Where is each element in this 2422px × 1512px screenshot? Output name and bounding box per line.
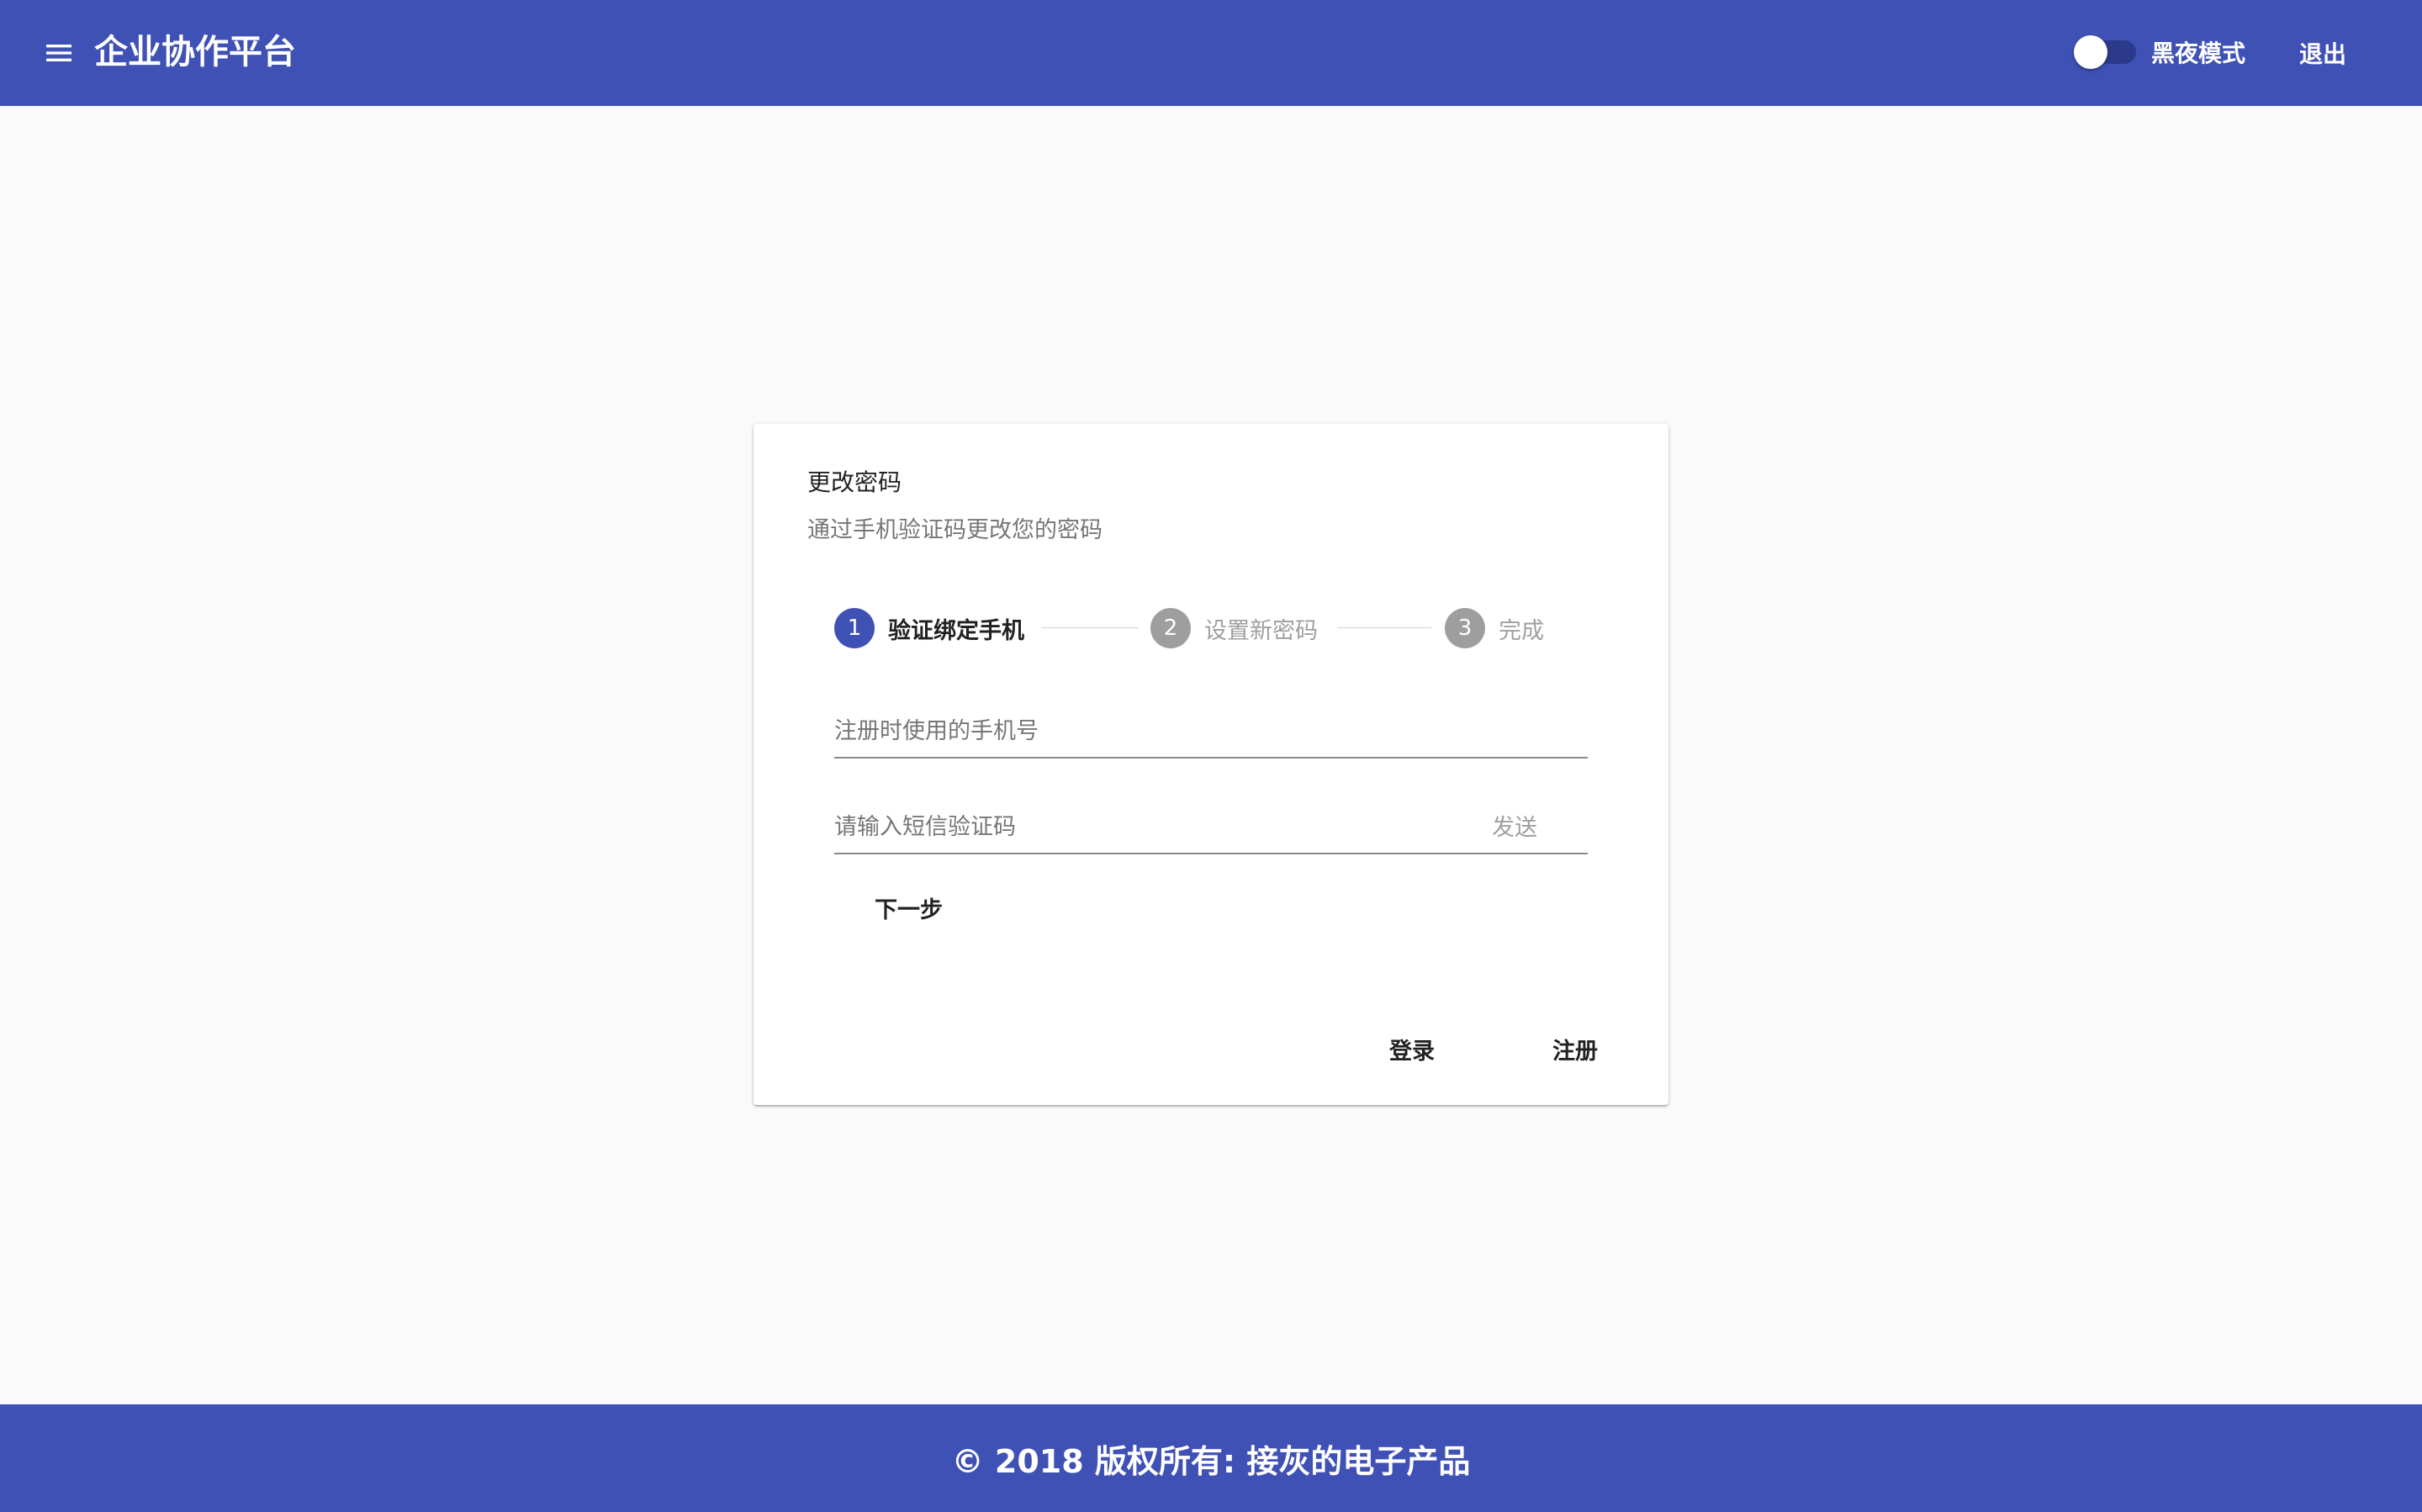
register-button[interactable]: 注册 xyxy=(1536,1026,1615,1071)
step-connector xyxy=(1337,627,1431,628)
phone-field xyxy=(834,706,1588,759)
dark-mode-toggle[interactable]: 黑夜模式 xyxy=(2074,35,2246,69)
step-connector xyxy=(1041,627,1139,628)
app-title: 企业协作平台 xyxy=(94,33,296,71)
login-button[interactable]: 登录 xyxy=(1372,1026,1452,1071)
next-step-button[interactable]: 下一步 xyxy=(851,885,966,930)
card-subtitle: 通过手机验证码更改您的密码 xyxy=(807,517,1103,543)
step-complete[interactable]: 3 完成 xyxy=(1445,607,1544,649)
stepper: 1 验证绑定手机 2 设置新密码 3 完成 xyxy=(834,607,1574,649)
step-number-badge: 2 xyxy=(1150,608,1191,648)
card-title: 更改密码 xyxy=(807,468,902,496)
menu-button[interactable] xyxy=(34,28,84,78)
dark-mode-switch[interactable] xyxy=(2074,35,2136,69)
logout-button[interactable]: 退出 xyxy=(2281,25,2365,81)
app-root: 企业协作平台 黑夜模式 退出 更改密码 通过手机验证码更改您的密码 1 验证绑定… xyxy=(0,0,2422,1512)
send-code-button[interactable]: 发送 xyxy=(1492,809,1537,842)
step-set-new-password[interactable]: 2 设置新密码 xyxy=(1150,607,1318,649)
copyright-text: © 2018 版权所有: 接灰的电子产品 xyxy=(951,1442,1471,1480)
top-toolbar: 企业协作平台 黑夜模式 退出 xyxy=(0,0,2422,106)
dark-mode-label: 黑夜模式 xyxy=(2151,40,2246,67)
step-verify-phone[interactable]: 1 验证绑定手机 xyxy=(834,607,1024,649)
step-label: 设置新密码 xyxy=(1204,617,1318,644)
menu-icon xyxy=(46,45,71,61)
footer: © 2018 版权所有: 接灰的电子产品 xyxy=(0,1404,2422,1512)
change-password-card: 更改密码 通过手机验证码更改您的密码 1 验证绑定手机 2 设置新密码 3 完成… xyxy=(754,424,1668,1105)
sms-code-field: 发送 xyxy=(834,802,1588,854)
card-actions: 登录 注册 xyxy=(1288,1026,1615,1071)
step-number-badge: 1 xyxy=(834,608,875,648)
dark-mode-switch-thumb[interactable] xyxy=(2074,35,2107,69)
step-label: 验证绑定手机 xyxy=(888,617,1024,644)
sms-code-input[interactable] xyxy=(834,807,1473,846)
step-label: 完成 xyxy=(1499,617,1544,644)
step-number-badge: 3 xyxy=(1445,608,1485,648)
phone-input[interactable] xyxy=(834,711,1473,750)
